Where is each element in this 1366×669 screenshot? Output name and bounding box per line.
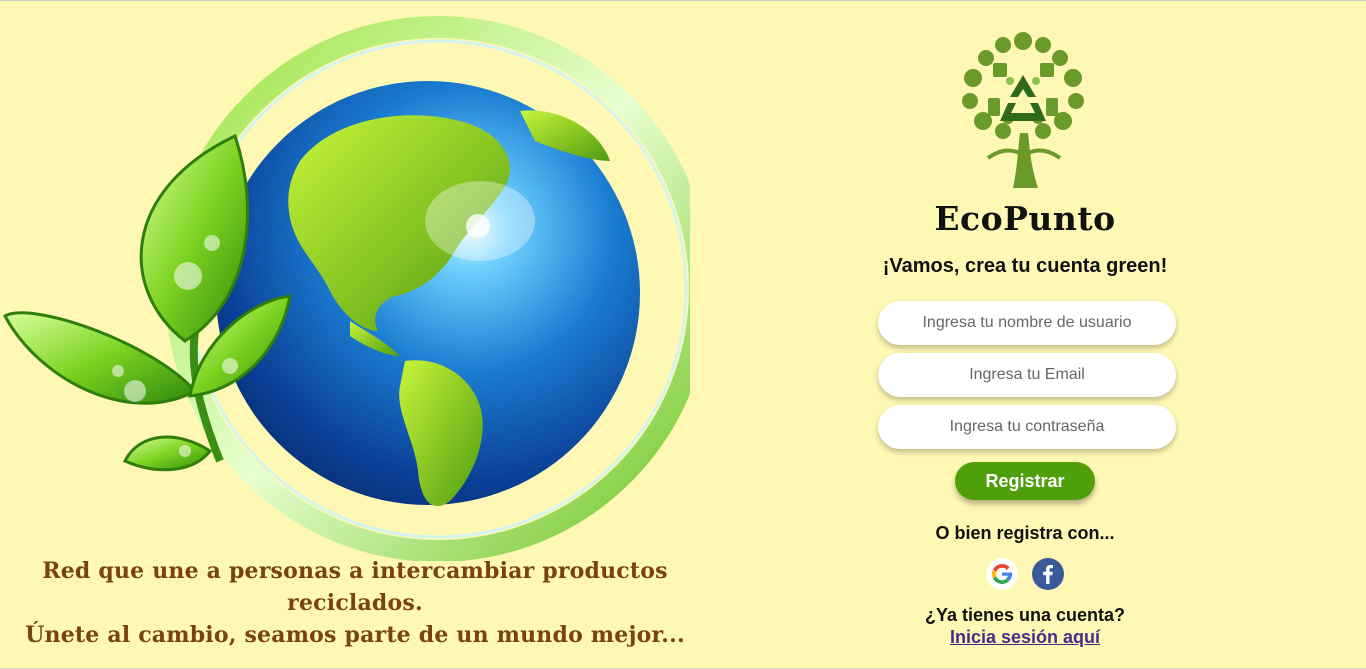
tagline-line-2: reciclados. (287, 590, 423, 616)
earth-leaves-illustration (2, 16, 690, 561)
username-input[interactable] (878, 301, 1176, 345)
eco-tree-icon (962, 32, 1084, 188)
brand-title: EcoPunto (934, 199, 1116, 238)
tagline-line-1: Red que une a personas a intercambiar pr… (42, 558, 668, 584)
email-input[interactable] (878, 353, 1176, 397)
social-signup-prompt: O bien registra con... (935, 523, 1115, 543)
facebook-icon[interactable] (1032, 558, 1064, 590)
hero-panel: Red que une a personas a intercambiar pr… (0, 1, 690, 669)
google-icon[interactable] (986, 558, 1018, 590)
password-input[interactable] (878, 405, 1176, 449)
tagline-line-3: Únete al cambio, seamos parte de un mund… (25, 622, 685, 648)
login-link[interactable]: Inicia sesión aquí (860, 627, 1190, 648)
have-account-text: ¿Ya tienes una cuenta? (924, 605, 1126, 625)
signup-panel: EcoPunto ¡Vamos, crea tu cuenta green! R… (860, 1, 1190, 669)
signup-subtitle: ¡Vamos, crea tu cuenta green! (882, 255, 1168, 277)
register-button[interactable]: Registrar (955, 462, 1095, 500)
hero-tagline: Red que une a personas a intercambiar pr… (0, 555, 710, 651)
